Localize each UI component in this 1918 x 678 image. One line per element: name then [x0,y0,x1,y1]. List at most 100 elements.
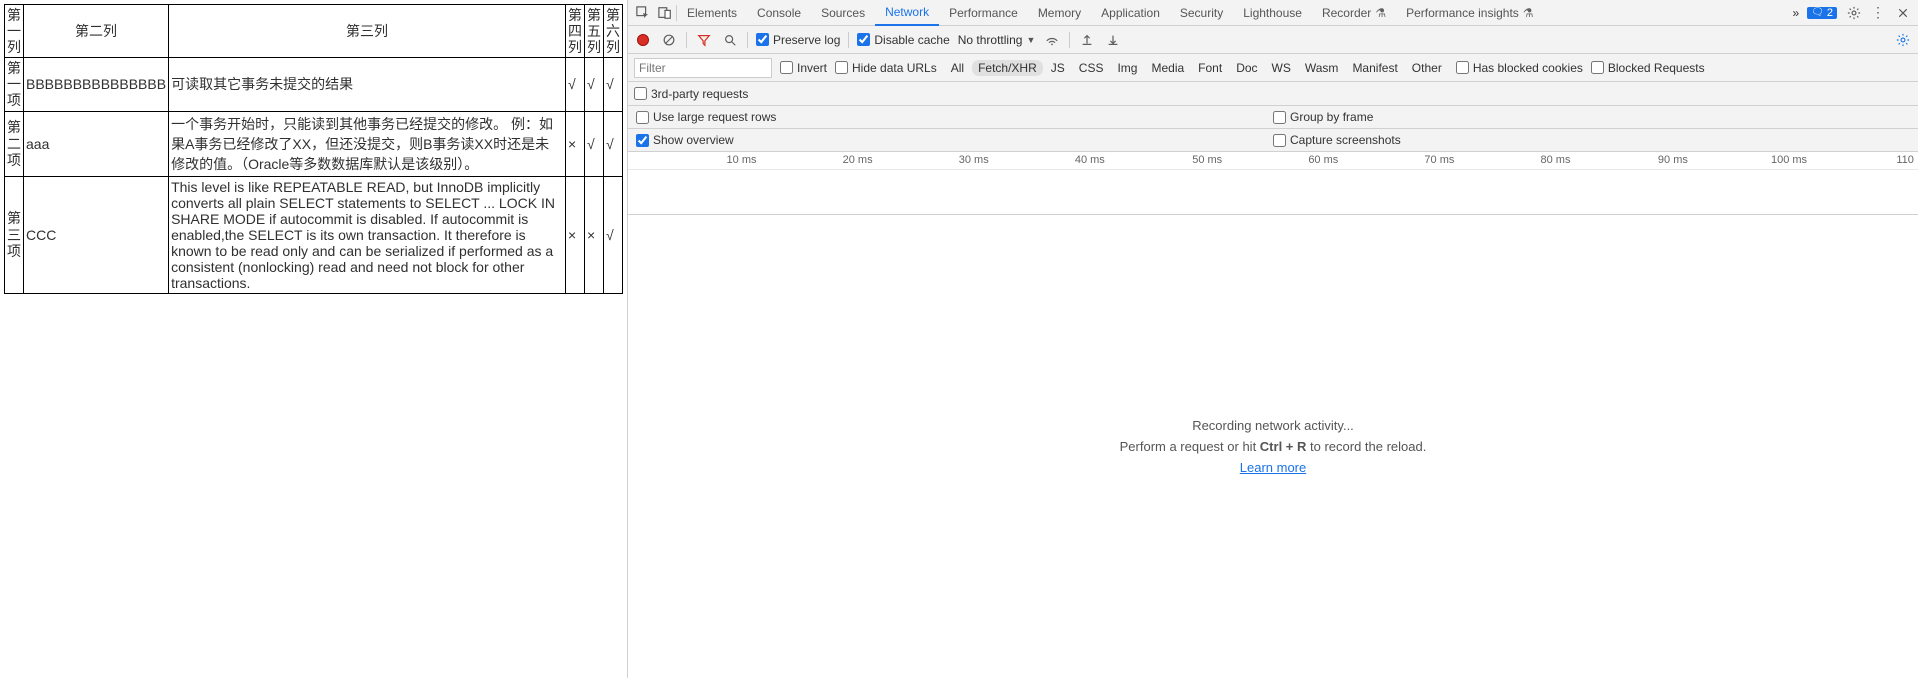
gear-icon[interactable] [1843,2,1865,24]
col-header-4: 第四列 [566,5,585,58]
network-conditions-icon[interactable] [1043,31,1061,49]
type-other[interactable]: Other [1406,60,1448,76]
col-header-6: 第六列 [604,5,623,58]
col-header-3: 第三列 [169,5,566,58]
table-header-row: 第一列 第二列 第三列 第四列 第五列 第六列 [5,5,623,58]
tab-memory[interactable]: Memory [1028,0,1091,26]
tab-console[interactable]: Console [747,0,811,26]
cell-r3c6: √ [604,176,623,293]
cell-r1c4: √ [566,58,585,111]
table-row: 第三项 CCC This level is like REPEATABLE RE… [5,176,623,293]
import-har-icon[interactable] [1078,31,1096,49]
type-manifest[interactable]: Manifest [1346,60,1403,76]
cell-r3c1: 第三项 [5,176,24,293]
col-header-5: 第五列 [585,5,604,58]
separator [747,32,748,48]
blocked-requests-checkbox[interactable]: Blocked Requests [1591,61,1705,75]
has-blocked-cookies-checkbox[interactable]: Has blocked cookies [1456,61,1583,75]
filter-bar-2: 3rd-party requests [628,82,1918,106]
tab-security[interactable]: Security [1170,0,1233,26]
issues-badge[interactable]: 2 [1807,7,1837,19]
inspect-icon[interactable] [632,2,654,24]
type-img[interactable]: Img [1111,60,1143,76]
content-pane: 第一列 第二列 第三列 第四列 第五列 第六列 第一项 BBBBBBBBBBBB… [0,0,627,678]
tab-network[interactable]: Network [875,0,939,26]
learn-more-link[interactable]: Learn more [1240,460,1306,475]
tick: 110 [1896,154,1914,166]
export-har-icon[interactable] [1104,31,1122,49]
close-icon[interactable] [1892,2,1914,24]
clear-button[interactable] [660,31,678,49]
cell-r1c6: √ [604,58,623,111]
type-ws[interactable]: WS [1266,60,1297,76]
type-css[interactable]: CSS [1073,60,1110,76]
empty-line-2: Perform a request or hit Ctrl + R to rec… [1120,439,1427,454]
separator [848,32,849,48]
tick: 30 ms [959,154,989,166]
hide-data-urls-checkbox[interactable]: Hide data URLs [835,61,937,75]
third-party-checkbox[interactable]: 3rd-party requests [634,87,748,101]
type-js[interactable]: JS [1045,60,1071,76]
cell-r3c2: CCC [24,176,169,293]
tick: 80 ms [1541,154,1571,166]
throttling-select[interactable]: No throttling▼ [958,33,1036,47]
tick: 20 ms [843,154,873,166]
overview-area[interactable] [628,170,1918,214]
search-icon[interactable] [721,31,739,49]
tab-recorder[interactable]: Recorder⚗ [1312,0,1396,26]
flask-icon: ⚗ [1375,6,1386,20]
kebab-menu-icon[interactable]: ⋮ [1871,4,1886,21]
col-header-1: 第一列 [5,5,24,58]
tick: 100 ms [1771,154,1807,166]
tab-performance[interactable]: Performance [939,0,1028,26]
cell-r2c6: √ [604,111,623,176]
tab-application[interactable]: Application [1091,0,1170,26]
tick: 40 ms [1075,154,1105,166]
type-font[interactable]: Font [1192,60,1228,76]
network-settings-icon[interactable] [1894,31,1912,49]
network-toolbar: Preserve log Disable cache No throttling… [628,26,1918,54]
record-button[interactable] [634,31,652,49]
data-table: 第一列 第二列 第三列 第四列 第五列 第六列 第一项 BBBBBBBBBBBB… [4,4,623,294]
tab-elements[interactable]: Elements [677,0,747,26]
group-by-frame-checkbox[interactable]: Group by frame [1273,110,1373,124]
capture-screenshots-checkbox[interactable]: Capture screenshots [1273,133,1401,147]
tabs-overflow[interactable]: » [1792,6,1799,20]
type-fetch-xhr[interactable]: Fetch/XHR [972,60,1043,76]
options-row-2: Show overview Capture screenshots [628,129,1918,152]
devtools-tabstrip: Elements Console Sources Network Perform… [628,0,1918,26]
timeline-overview[interactable]: 10 ms 20 ms 30 ms 40 ms 50 ms 60 ms 70 m… [628,152,1918,215]
tab-sources[interactable]: Sources [811,0,875,26]
cell-r2c4: × [566,111,585,176]
cell-r3c4: × [566,176,585,293]
preserve-log-checkbox[interactable]: Preserve log [756,33,840,47]
type-all[interactable]: All [945,60,970,76]
tick: 50 ms [1192,154,1222,166]
cell-r1c1: 第一项 [5,58,24,111]
show-overview-checkbox[interactable]: Show overview [636,133,734,147]
device-toggle-icon[interactable] [654,2,676,24]
filter-icon[interactable] [695,31,713,49]
filter-input[interactable] [634,58,772,78]
separator [1069,32,1070,48]
use-large-rows-checkbox[interactable]: Use large request rows [636,110,776,124]
tab-performance-insights[interactable]: Performance insights⚗ [1396,0,1543,26]
table-row: 第一项 BBBBBBBBBBBBBBB 可读取其它事务未提交的结果 √ √ √ [5,58,623,111]
type-media[interactable]: Media [1145,60,1190,76]
disable-cache-checkbox[interactable]: Disable cache [857,33,949,47]
resource-type-filters: All Fetch/XHR JS CSS Img Media Font Doc … [945,60,1448,76]
cell-r1c3: 可读取其它事务未提交的结果 [169,58,566,111]
network-empty-state: Recording network activity... Perform a … [628,215,1918,678]
cell-r2c2: aaa [24,111,169,176]
filter-bar: Invert Hide data URLs All Fetch/XHR JS C… [628,54,1918,82]
tick: 60 ms [1308,154,1338,166]
cell-r2c5: √ [585,111,604,176]
cell-r3c5: × [585,176,604,293]
devtools-panel: Elements Console Sources Network Perform… [627,0,1918,678]
chevron-down-icon: ▼ [1026,35,1035,45]
type-doc[interactable]: Doc [1230,60,1263,76]
type-wasm[interactable]: Wasm [1299,60,1345,76]
invert-checkbox[interactable]: Invert [780,61,827,75]
tab-lighthouse[interactable]: Lighthouse [1233,0,1312,26]
col-header-2: 第二列 [24,5,169,58]
